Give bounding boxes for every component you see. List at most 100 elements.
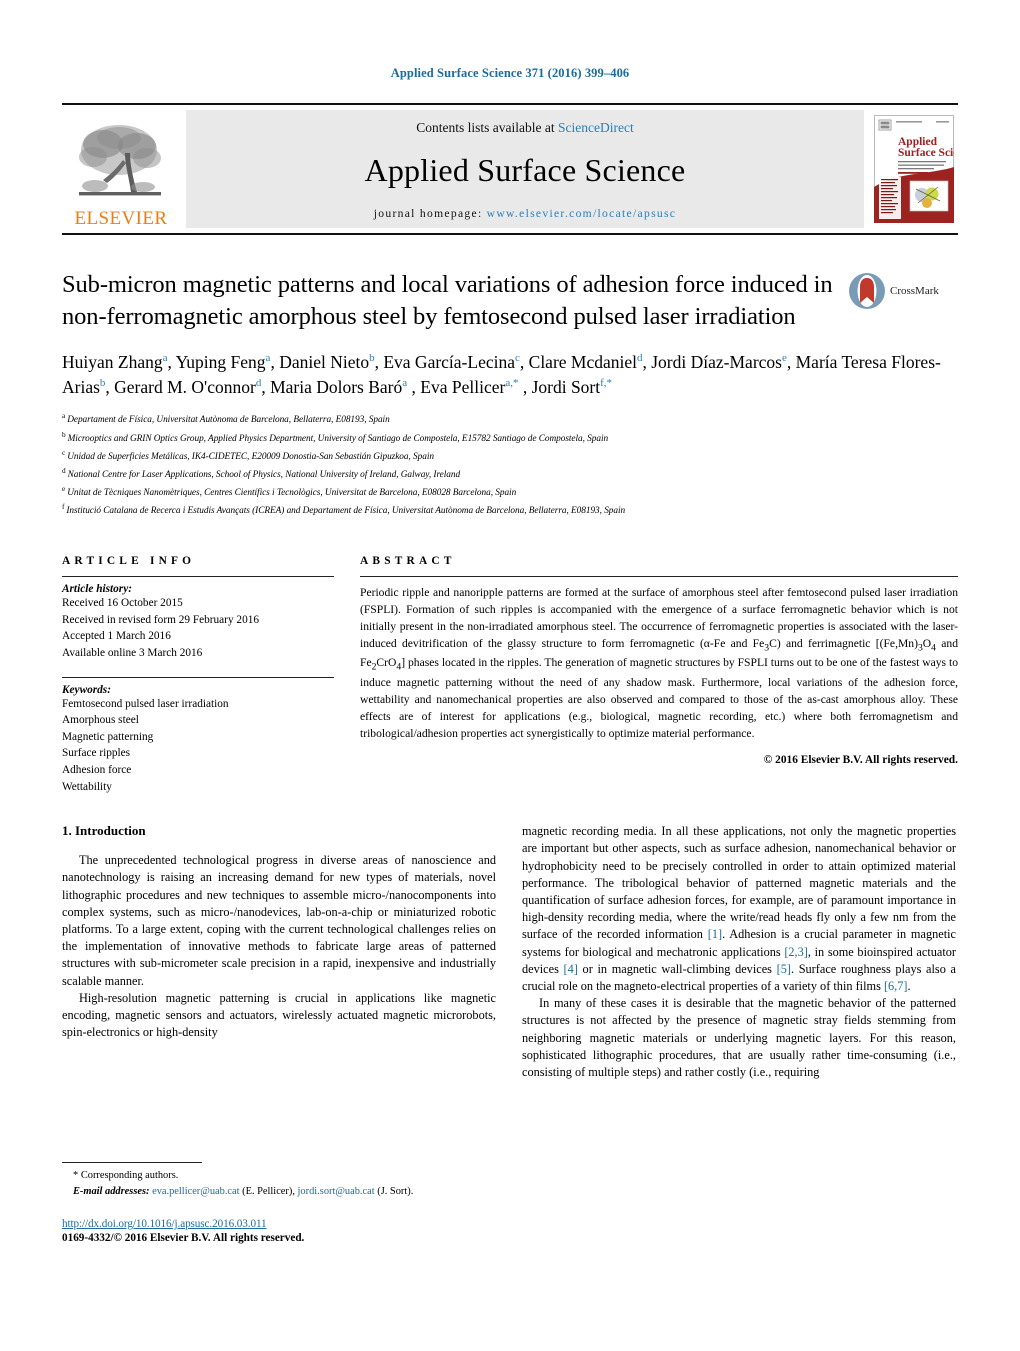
keyword-item: Wettability <box>62 780 112 793</box>
history-item: Accepted 1 March 2016 <box>62 630 171 643</box>
para-text: magnetic recording media. In all these a… <box>522 824 956 942</box>
journal-cover-image: Applied Surface Science <box>874 115 954 223</box>
abstract-part-2: ] phases located in the ripples. The gen… <box>360 656 958 740</box>
journal-article-first-page: Applied Surface Science 371 (2016) 399–4… <box>0 0 1020 1351</box>
abstract-mid-2: O <box>922 636 932 650</box>
affiliation-item: a Departament de Física, Universitat Autò… <box>62 410 958 428</box>
history-item: Received 16 October 2015 <box>62 597 183 610</box>
author-entry[interactable]: Jordi Díaz-Marcose <box>651 352 787 372</box>
body-paragraph: High-resolution magnetic patterning is c… <box>62 990 496 1040</box>
elsevier-wordmark: ELSEVIER <box>74 208 168 229</box>
body-column-left: 1. Introduction The unprecedented techno… <box>62 823 496 1081</box>
affiliation-item: f Institució Catalana de Recerca i Estudi… <box>62 501 958 519</box>
author-entry[interactable]: Eva García-Lecinac <box>383 352 520 372</box>
abstract-mid-1: C) and ferrimagnetic [(Fe,Mn) <box>769 636 918 650</box>
author-entry[interactable]: Clare Mcdanield <box>529 352 643 372</box>
author-list: Huiyan Zhanga, Yuping Fenga, Daniel Niet… <box>62 351 941 397</box>
author-entry[interactable]: Huiyan Zhanga <box>62 352 168 372</box>
elsevier-tree-icon <box>79 125 161 196</box>
doi-block: http://dx.doi.org/10.1016/j.apsusc.2016.… <box>62 1218 522 1244</box>
author-entry[interactable]: Gerard M. O'connord <box>114 377 261 397</box>
affiliation-text: Institució Catalana de Recerca i Estudis… <box>66 506 626 517</box>
affiliation-item: c Unidad de Superficies Metálicas, IK4-CI… <box>62 447 958 465</box>
author-entry[interactable]: Maria Dolors Baróa <box>270 377 407 397</box>
author-entry[interactable]: , Jordi Sortf,* <box>523 377 612 397</box>
email-link-2[interactable]: jordi.sort@uab.cat <box>298 1186 375 1197</box>
abstract-column: ABSTRACT Periodic ripple and nanoripple … <box>360 555 958 799</box>
sciencedirect-link[interactable]: ScienceDirect <box>558 120 634 135</box>
citation-ref[interactable]: [2,3] <box>784 945 808 959</box>
citation-ref[interactable]: [6,7] <box>884 979 908 993</box>
affiliation-text: National Centre for Laser Applications, … <box>67 469 461 480</box>
title-block: CrossMark Sub-micron magnetic patterns a… <box>62 269 958 519</box>
keyword-item: Adhesion force <box>62 763 132 776</box>
email-label: E-mail addresses: <box>73 1185 150 1197</box>
author-entry[interactable]: Yuping Fenga <box>176 352 271 372</box>
page-title: Sub-micron magnetic patterns and local v… <box>62 271 833 330</box>
affiliation-item: b Microoptics and GRIN Optics Group, Appl… <box>62 429 958 447</box>
body-column-right: magnetic recording media. In all these a… <box>522 823 956 1081</box>
elsevier-logo: ELSEVIER <box>62 105 180 233</box>
corresponding-author-footnote: * Corresponding authors. E-mail addresse… <box>62 1162 496 1199</box>
journal-banner: Contents lists available at ScienceDirec… <box>186 110 864 228</box>
keyword-item: Femtosecond pulsed laser irradiation <box>62 697 229 710</box>
abstract-text: Periodic ripple and nanoripple patterns … <box>360 577 958 742</box>
history-item: Received in revised form 29 February 201… <box>62 613 260 626</box>
author-entry[interactable]: Daniel Nietob <box>279 352 374 372</box>
contents-available-line: Contents lists available at ScienceDirec… <box>416 120 633 136</box>
affiliation-text: Unidad de Superficies Metálicas, IK4-CID… <box>67 451 434 462</box>
article-info-heading: ARTICLE INFO <box>62 555 196 568</box>
running-head: Applied Surface Science 371 (2016) 399–4… <box>390 66 630 80</box>
homepage-url-link[interactable]: www.elsevier.com/locate/apsusc <box>487 207 677 220</box>
crossmark-icon <box>849 273 885 309</box>
citation-ref[interactable]: [1] <box>708 927 722 941</box>
abstract-mid-4: CrO <box>376 656 397 670</box>
author-entry[interactable]: , Eva Pellicera,* <box>412 377 519 397</box>
citation-ref[interactable]: [5] <box>777 962 791 976</box>
journal-cover-thumbnail: Applied Surface Science <box>870 110 958 228</box>
para-text: or in magnetic wall-climbing devices <box>577 961 777 976</box>
citation-ref[interactable]: [4] <box>564 962 578 976</box>
para-text: . <box>907 978 911 993</box>
svg-text:Surface Science: Surface Science <box>898 147 954 159</box>
affiliation-text: Unitat de Tècniques Nanomètriques, Centr… <box>67 488 517 499</box>
email-link-1[interactable]: eva.pellicer@uab.cat <box>152 1186 239 1197</box>
article-history-label: Article history: <box>62 583 132 596</box>
section-heading-introduction: 1. Introduction <box>62 823 146 839</box>
abstract-heading: ABSTRACT <box>360 555 456 568</box>
contents-prefix: Contents lists available at <box>416 120 555 135</box>
journal-title: Applied Surface Science <box>364 152 686 188</box>
body-paragraph: In many of these cases it is desirable t… <box>522 996 956 1079</box>
journal-masthead: ELSEVIER Contents lists available at Sci… <box>62 103 958 235</box>
doi-link[interactable]: http://dx.doi.org/10.1016/j.apsusc.2016.… <box>62 1218 522 1230</box>
keyword-item: Magnetic patterning <box>62 730 154 743</box>
affiliation-item: d National Centre for Laser Applications,… <box>62 465 958 483</box>
keyword-item: Amorphous steel <box>62 714 139 727</box>
homepage-prefix: journal homepage: <box>373 207 483 220</box>
keywords-group: Keywords: Femtosecond pulsed laser irrad… <box>62 678 334 800</box>
corresponding-label: Corresponding authors. <box>80 1170 179 1181</box>
body-columns: 1. Introduction The unprecedented techno… <box>62 823 958 1081</box>
issn-copyright-line: 0169-4332/© 2016 Elsevier B.V. All right… <box>62 1232 305 1244</box>
footnote-rule <box>62 1162 202 1163</box>
affiliation-item: e Unitat de Tècniques Nanomètriques, Cent… <box>62 483 958 501</box>
crossmark-label: CrossMark <box>890 285 939 297</box>
article-info-column: ARTICLE INFO Article history: Received 1… <box>62 555 334 799</box>
body-paragraph: magnetic recording media. In all these a… <box>522 823 956 995</box>
corresponding-author-line: * Corresponding authors. <box>62 1168 496 1184</box>
abstract-copyright: © 2016 Elsevier B.V. All rights reserved… <box>763 753 958 766</box>
keywords-label: Keywords: <box>62 683 111 696</box>
corresponding-mark: * <box>73 1170 79 1181</box>
info-abstract-row: ARTICLE INFO Article history: Received 1… <box>62 555 958 799</box>
affiliation-text: Departament de Física, Universitat Autòn… <box>67 415 390 426</box>
affiliation-list: a Departament de Física, Universitat Autò… <box>62 410 958 519</box>
keyword-item: Surface ripples <box>62 747 131 760</box>
history-item: Available online 3 March 2016 <box>62 647 203 659</box>
crossmark-badge[interactable]: CrossMark <box>848 265 958 317</box>
email-owner-1: (E. Pellicer), <box>239 1185 298 1197</box>
email-line: E-mail addresses: eva.pellicer@uab.cat (… <box>62 1184 496 1200</box>
journal-homepage-line: journal homepage: www.elsevier.com/locat… <box>374 207 676 220</box>
article-history-group: Article history: Received 16 October 201… <box>62 577 334 665</box>
affiliation-text: Microoptics and GRIN Optics Group, Appli… <box>67 433 609 444</box>
email-owner-2: (J. Sort). <box>374 1185 414 1197</box>
